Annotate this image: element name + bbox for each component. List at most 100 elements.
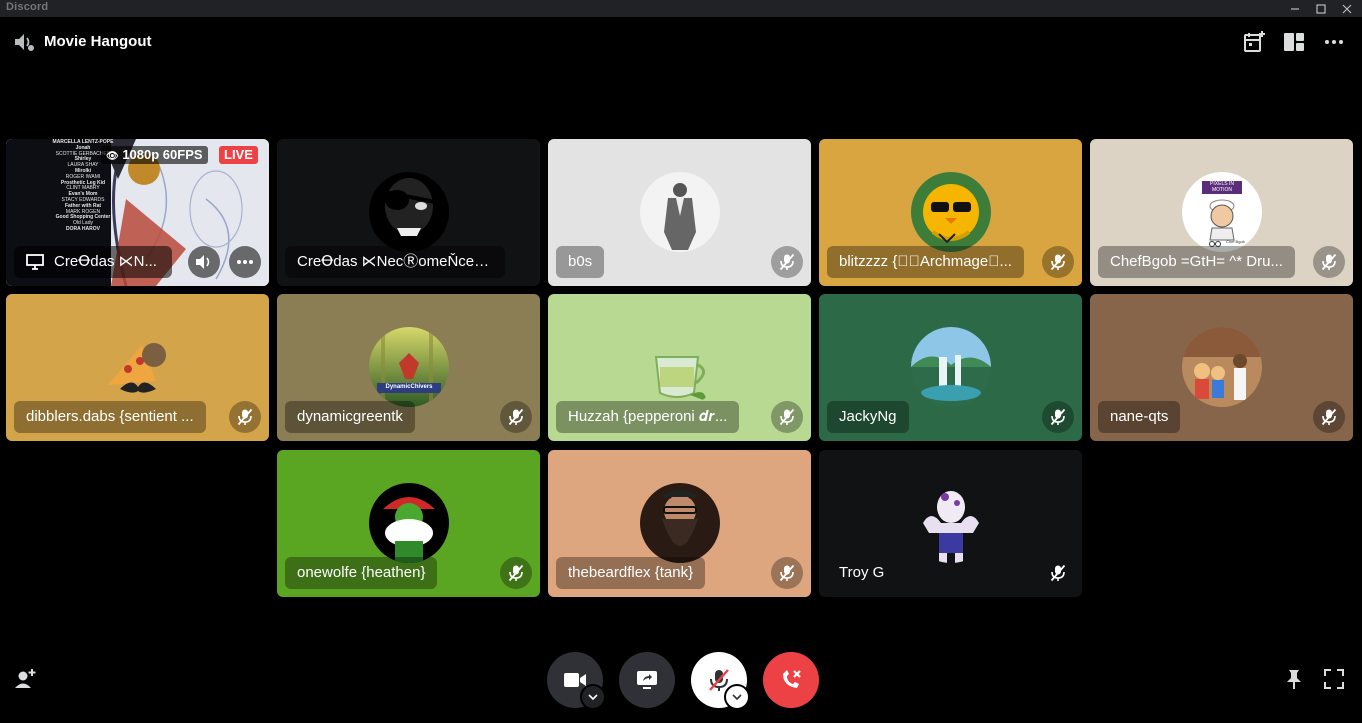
participant-tile[interactable]: Troy G xyxy=(819,450,1082,597)
stage-speaker-icon xyxy=(10,28,38,56)
avatar xyxy=(640,483,720,563)
participant-tile[interactable]: onewolfe {heathen} xyxy=(277,450,540,597)
microphone-muted-icon xyxy=(1321,408,1337,426)
avatar xyxy=(98,327,178,407)
disconnect-button[interactable] xyxy=(763,652,819,708)
participant-tile[interactable]: Huzzah {pepperoni 𝒅𝒓... xyxy=(548,294,811,441)
fullscreen-button[interactable] xyxy=(1320,665,1348,693)
microphone-muted-icon xyxy=(1050,253,1066,271)
participant-tile[interactable]: blitzzzz {☌ᷦArchmage⃝... xyxy=(819,139,1082,286)
microphone-muted-icon xyxy=(1050,408,1066,426)
mute-indicator xyxy=(1313,246,1345,278)
screen-share-button[interactable] xyxy=(619,652,675,708)
participant-name: CreꝊdas ⋉NecⓇomeŇceⓇ⋊ xyxy=(285,246,505,278)
microphone-muted-icon xyxy=(1321,253,1337,271)
calendar-add-icon xyxy=(1244,31,1265,52)
more-horizontal-icon xyxy=(1325,40,1343,44)
camera-options-button[interactable] xyxy=(580,684,606,710)
channel-header: Movie Hangout xyxy=(0,17,1362,67)
grid-layout-icon xyxy=(1284,33,1304,51)
stream-volume-button[interactable] xyxy=(188,246,220,278)
microphone-muted-icon xyxy=(779,253,795,271)
screen-share-icon xyxy=(637,671,657,689)
volume-icon xyxy=(196,255,210,269)
participant-tile[interactable]: b0s xyxy=(548,139,811,286)
stream-more-button[interactable] xyxy=(229,246,261,278)
stream-tile[interactable]: MARCELLA LENTZ-POPE Jonah SCOTTIE GERBACHE… xyxy=(6,139,269,286)
mute-indicator xyxy=(1313,401,1345,433)
mute-indicator xyxy=(771,401,803,433)
microphone-muted-icon xyxy=(1050,564,1066,582)
dynamic-banner: DynamicChivers xyxy=(385,384,433,390)
avatar xyxy=(911,327,991,407)
avatar: PIXELS IN MOTION Chef Bgob xyxy=(1182,172,1262,252)
pin-icon xyxy=(1287,670,1301,689)
invite-button[interactable] xyxy=(11,665,39,693)
stream-nameplate: CreꝊdas ⋉N... xyxy=(14,246,172,278)
close-button[interactable] xyxy=(1334,0,1360,17)
eye-icon: 👁 xyxy=(106,151,119,162)
chevron-down-icon xyxy=(588,694,598,700)
mute-indicator xyxy=(1042,557,1074,589)
avatar xyxy=(911,172,991,252)
avatar xyxy=(1182,327,1262,407)
layout-button[interactable] xyxy=(1280,28,1308,56)
avatar: DynamicChivers xyxy=(369,327,449,407)
participant-name: Huzzah {pepperoni 𝒅𝒓... xyxy=(556,401,740,433)
fullscreen-icon xyxy=(1324,669,1344,689)
add-activity-button[interactable] xyxy=(1240,28,1268,56)
participant-name: dynamicgreentk xyxy=(285,401,415,433)
participant-name: dibblers.dabs {sentient ... xyxy=(14,401,206,433)
live-badge: LIVE xyxy=(219,146,258,164)
avatar xyxy=(369,172,449,252)
hang-up-icon xyxy=(783,670,801,688)
microphone-muted-icon xyxy=(508,408,524,426)
mute-indicator xyxy=(1042,246,1074,278)
mute-indicator xyxy=(500,401,532,433)
mute-indicator xyxy=(1042,401,1074,433)
participant-name: JackyNg xyxy=(827,401,909,433)
microphone-muted-icon xyxy=(237,408,253,426)
mute-indicator xyxy=(771,557,803,589)
more-horizontal-icon xyxy=(237,260,253,264)
participant-name: Troy G xyxy=(839,564,885,581)
maximize-icon xyxy=(1316,3,1326,14)
mute-indicator xyxy=(771,246,803,278)
participant-tile[interactable]: thebeardflex {tank} xyxy=(548,450,811,597)
close-icon xyxy=(1342,4,1352,13)
pop-out-button[interactable] xyxy=(1280,665,1308,693)
mic-options-button[interactable] xyxy=(724,684,750,710)
avatar xyxy=(640,172,720,252)
participant-name: ChefBgob =GtH= ^* Dru... xyxy=(1098,246,1295,278)
participant-tile[interactable]: JackyNg xyxy=(819,294,1082,441)
microphone-muted-icon xyxy=(779,564,795,582)
participant-tile[interactable]: PIXELS IN MOTION Chef Bgob ChefBgob =GtH… xyxy=(1090,139,1353,286)
minimize-button[interactable] xyxy=(1282,0,1308,17)
avatar xyxy=(640,327,720,407)
microphone-muted-icon xyxy=(508,564,524,582)
mute-indicator xyxy=(229,401,261,433)
participant-name: thebeardflex {tank} xyxy=(556,557,706,589)
participant-tile[interactable]: dibblers.dabs {sentient ... xyxy=(6,294,269,441)
add-user-icon xyxy=(15,669,36,688)
participant-tile[interactable]: DynamicChivers dynamicgreentk xyxy=(277,294,540,441)
call-controls xyxy=(0,640,1362,723)
microphone-muted-icon xyxy=(779,408,795,426)
chevron-down-icon xyxy=(732,694,742,700)
channel-title: Movie Hangout xyxy=(44,33,152,50)
participant-tile[interactable]: CreꝊdas ⋉NecⓇomeŇceⓇ⋊ xyxy=(277,139,540,286)
avatar xyxy=(369,483,449,563)
participant-tile[interactable]: nane-qts xyxy=(1090,294,1353,441)
minimize-icon xyxy=(1291,7,1299,10)
stream-quality-badge: 👁 1080p 60FPS xyxy=(101,146,208,164)
stream-quality: 1080p 60FPS xyxy=(122,147,203,162)
more-options-button[interactable] xyxy=(1320,28,1348,56)
streamer-name: CreꝊdas ⋉N... xyxy=(54,253,157,270)
participant-name: nane-qts xyxy=(1098,401,1181,433)
chef-signature: Chef Bgob xyxy=(1226,239,1245,244)
participant-name: b0s xyxy=(556,246,605,278)
participant-name: blitzzzz {☌ᷦArchmage⃝... xyxy=(827,246,1024,278)
maximize-button[interactable] xyxy=(1308,0,1334,17)
screen-icon xyxy=(26,254,44,270)
title-bar: Discord xyxy=(0,0,1362,17)
